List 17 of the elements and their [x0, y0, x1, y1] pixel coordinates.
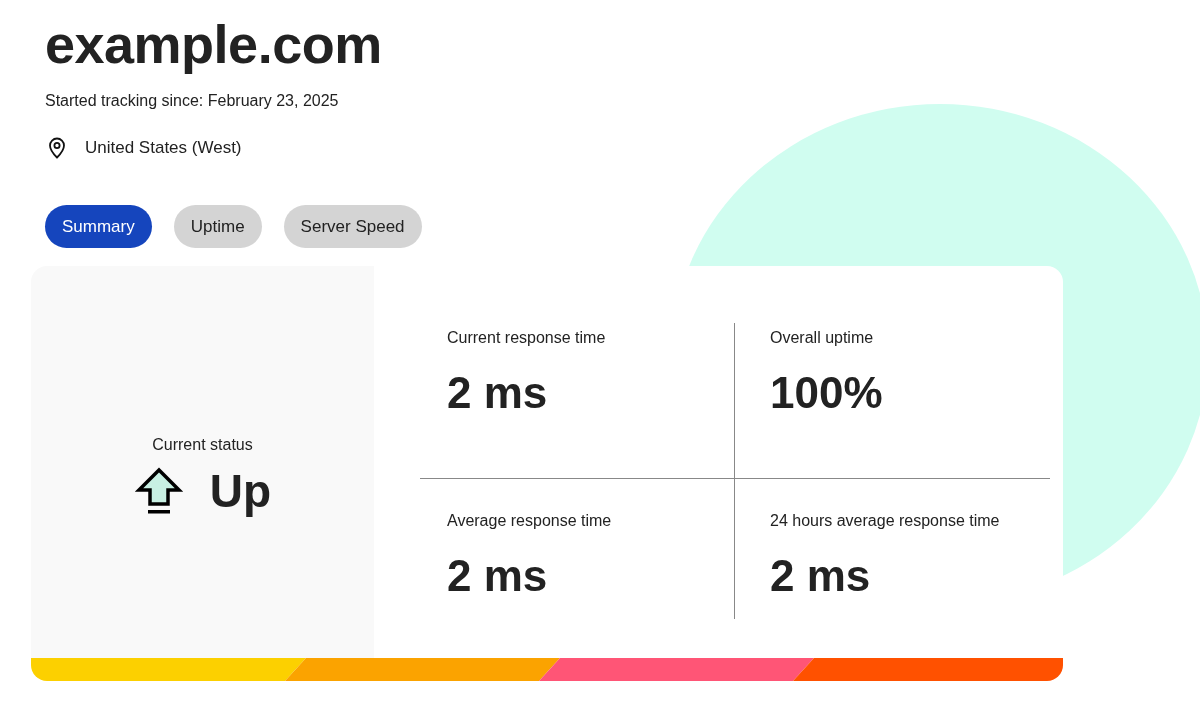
metric-label: Average response time: [447, 511, 613, 531]
tracking-since-text: Started tracking since: February 23, 2025: [45, 91, 340, 111]
metric-value: 2 ms: [770, 551, 872, 601]
metric-value: 2 ms: [447, 551, 549, 601]
status-value: Up: [209, 464, 272, 518]
tab[interactable]: Uptime: [173, 205, 262, 248]
metric-label: Overall uptime: [770, 328, 875, 348]
metric-label: 24 hours average response time: [770, 511, 1001, 531]
metric-value: 2 ms: [447, 368, 549, 418]
site-title: example.com: [45, 14, 383, 74]
tab[interactable]: Server Speed: [283, 205, 422, 248]
metric-label: Current response time: [447, 328, 607, 348]
location-text: United States (West): [85, 138, 242, 158]
tab[interactable]: Summary: [45, 205, 152, 248]
up-arrow-icon: [133, 466, 184, 516]
metric-value: 100%: [770, 368, 884, 418]
status-label: Current status: [152, 436, 253, 454]
